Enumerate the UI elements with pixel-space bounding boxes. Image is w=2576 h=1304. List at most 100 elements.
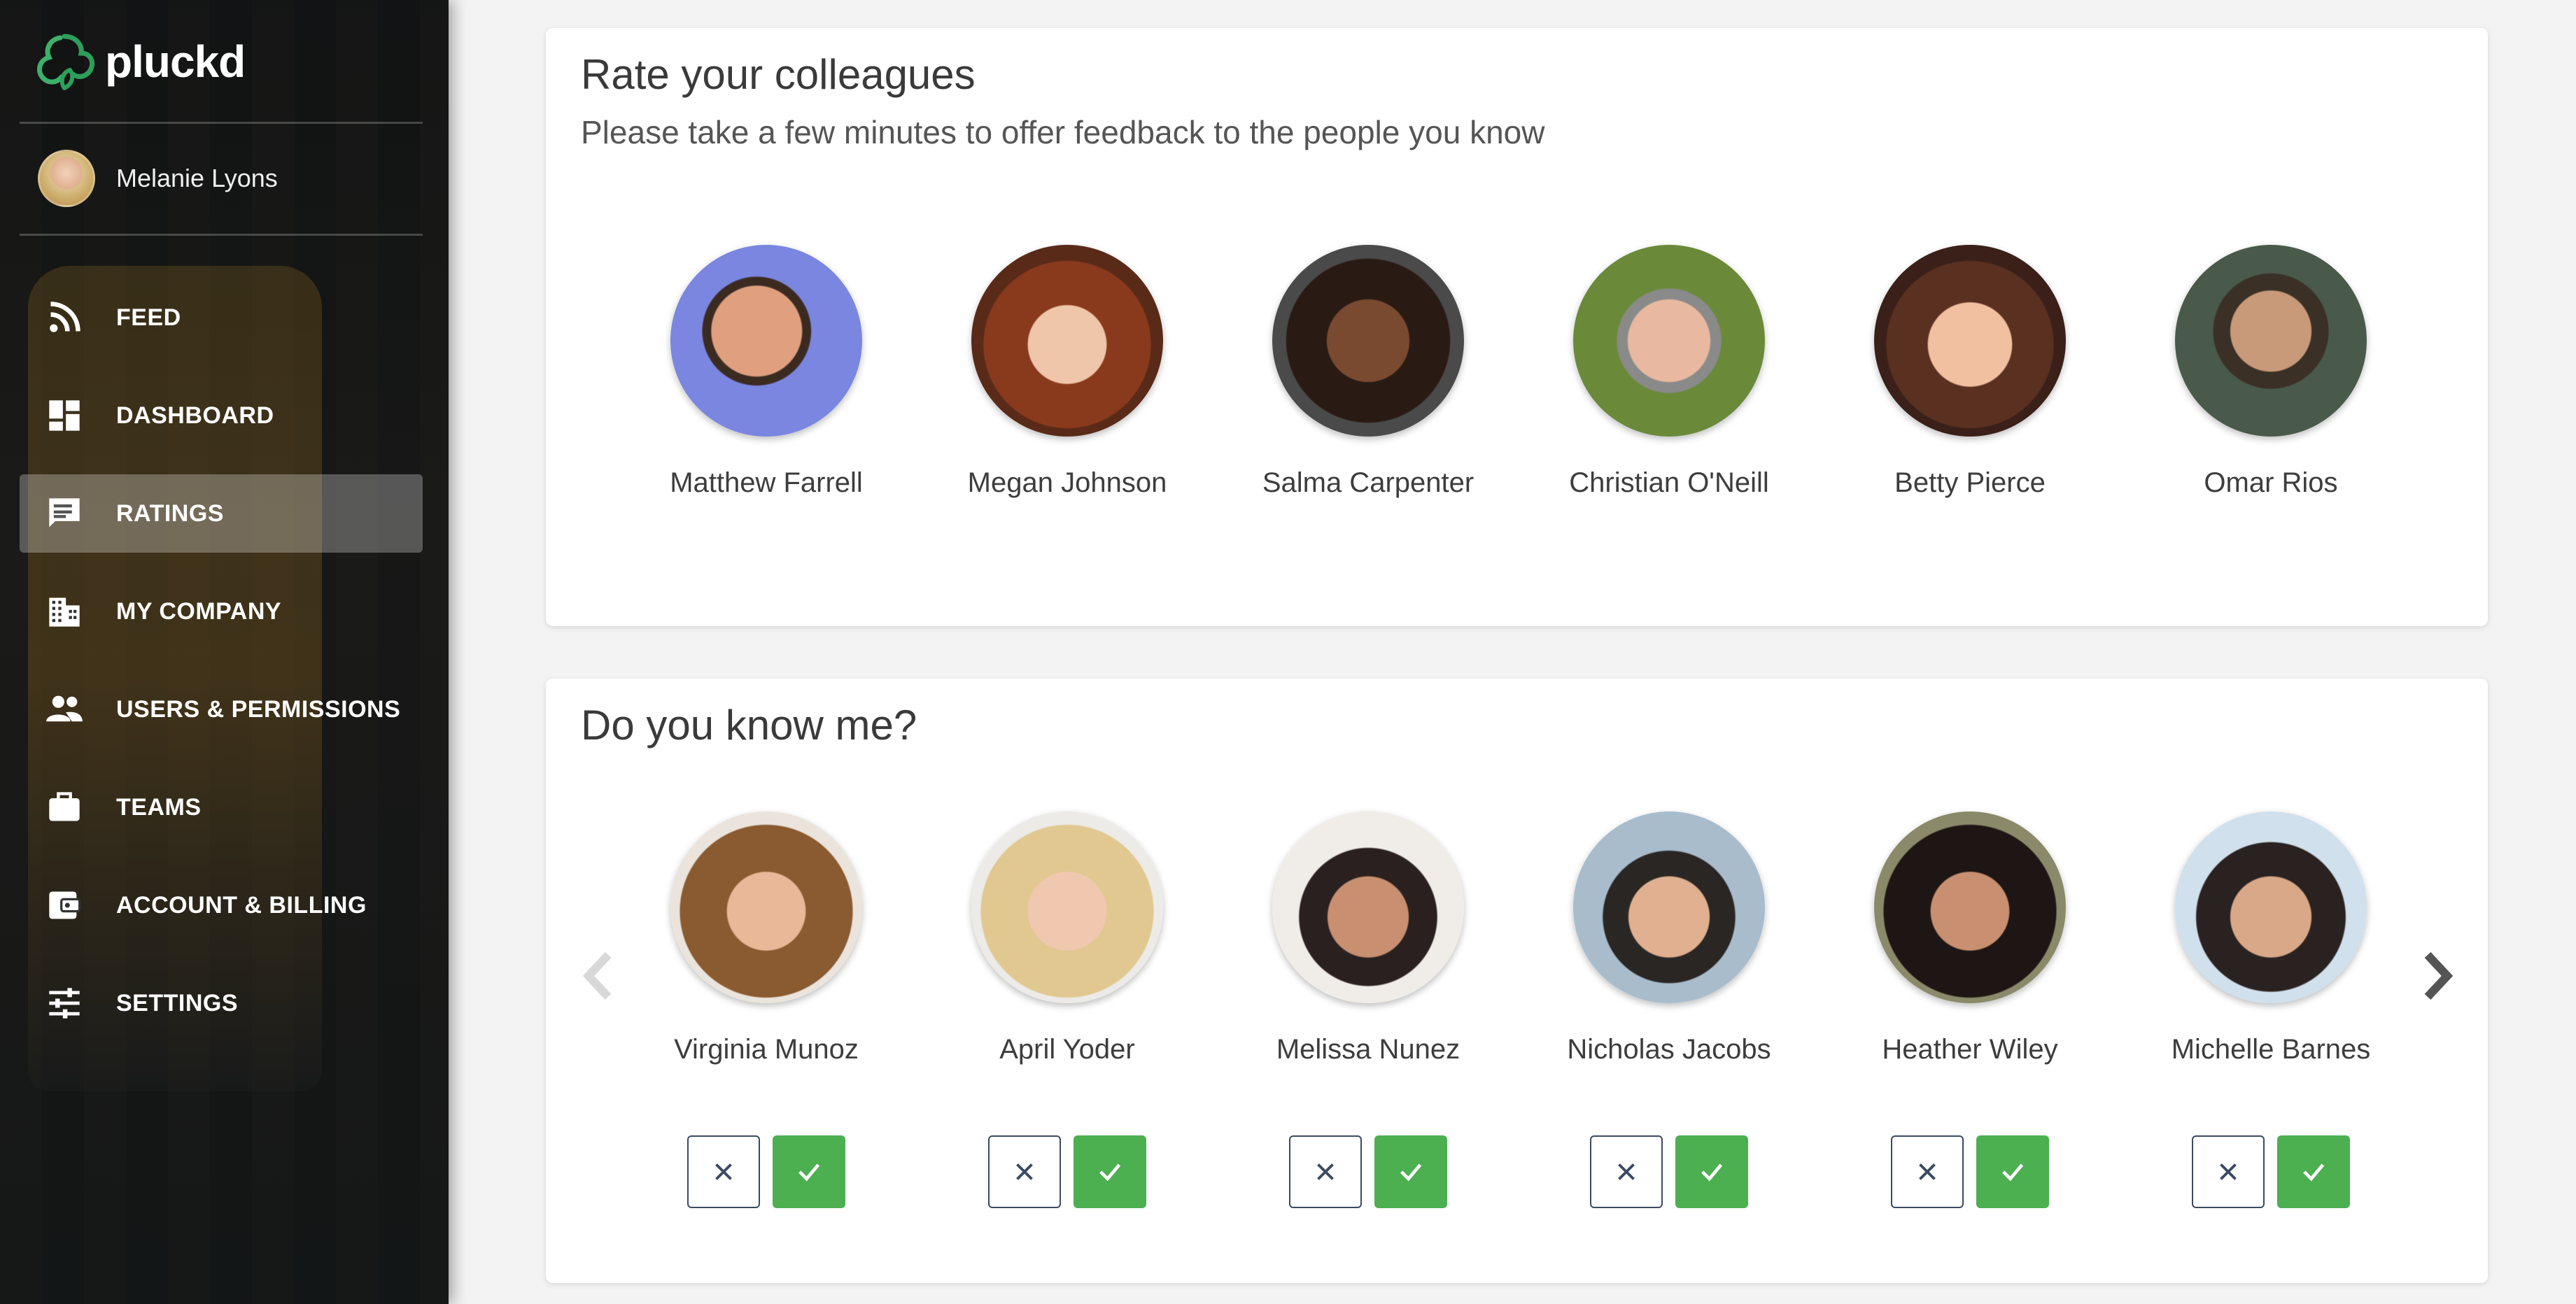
accept-button[interactable]: [2277, 1135, 2350, 1208]
suggestion-card: April Yoder: [941, 812, 1193, 1208]
user-name: Melanie Lyons: [116, 164, 278, 192]
colleague-photo[interactable]: [1573, 245, 1765, 437]
suggestion-name: Heather Wiley: [1882, 1034, 2058, 1065]
suggestion-card: Michelle Barnes: [2145, 812, 2397, 1208]
sidebar-item-users-permissions[interactable]: USERS & PERMISSIONS: [20, 670, 423, 749]
sidebar-item-label: ACCOUNT & BILLING: [116, 891, 367, 919]
dashboard-icon: [43, 395, 85, 437]
accept-button[interactable]: [1675, 1135, 1748, 1208]
close-icon: [2220, 1163, 2237, 1180]
app-logo[interactable]: pluckd: [32, 29, 246, 94]
sidebar-item-account-billing[interactable]: ACCOUNT & BILLING: [20, 866, 423, 944]
know-me-card: Do you know me? Virginia Munoz April Yod…: [546, 679, 2488, 1283]
close-icon: [1919, 1163, 1936, 1180]
colleague-card[interactable]: Omar Rios: [2145, 245, 2397, 499]
card-subtitle: Please take a few minutes to offer feedb…: [581, 114, 1545, 150]
app-name: pluckd: [105, 36, 246, 87]
colleague-name: Christian O'Neill: [1569, 467, 1769, 498]
suggestion-photo: [971, 812, 1163, 1003]
colleague-card[interactable]: Salma Carpenter: [1242, 245, 1494, 499]
colleague-name: Megan Johnson: [967, 467, 1167, 498]
people-icon: [43, 688, 85, 730]
divider: [20, 234, 423, 236]
suggestion-name: Melissa Nunez: [1276, 1034, 1461, 1065]
suggestion-name: Nicholas Jacobs: [1567, 1034, 1771, 1065]
suggestion-name: April Yoder: [999, 1034, 1135, 1065]
response-buttons: [1844, 1135, 2096, 1208]
suggestion-card: Melissa Nunez: [1242, 812, 1494, 1208]
check-icon: [1701, 1163, 1723, 1182]
colleague-name: Omar Rios: [2204, 467, 2338, 498]
card-title: Rate your colleagues: [581, 51, 976, 98]
reject-button[interactable]: [1891, 1135, 1964, 1208]
response-buttons: [640, 1135, 892, 1208]
carousel-next-button[interactable]: [2413, 944, 2462, 1007]
suggestion-card: Virginia Munoz: [640, 812, 892, 1208]
sliders-icon: [43, 982, 85, 1024]
chevron-right-icon: [2424, 951, 2454, 1000]
close-icon: [715, 1163, 732, 1180]
reject-button[interactable]: [988, 1135, 1061, 1208]
accept-button[interactable]: [1976, 1135, 2049, 1208]
sidebar-item-ratings[interactable]: RATINGS: [20, 474, 423, 553]
sidebar-item-teams[interactable]: TEAMS: [20, 768, 423, 846]
wallet-icon: [43, 884, 85, 926]
sidebar-item-my-company[interactable]: MY COMPANY: [20, 572, 423, 651]
colleague-name: Matthew Farrell: [670, 467, 863, 498]
reject-button[interactable]: [1590, 1135, 1663, 1208]
response-buttons: [1543, 1135, 1795, 1208]
card-title: Do you know me?: [581, 702, 917, 749]
colleague-card[interactable]: Matthew Farrell: [640, 245, 892, 499]
avatar: [38, 150, 95, 207]
suggestion-photo: [1272, 812, 1464, 1003]
close-icon: [1016, 1163, 1033, 1180]
suggestion-card: Nicholas Jacobs: [1543, 812, 1795, 1208]
rss-icon: [43, 297, 85, 339]
building-icon: [43, 590, 85, 632]
suggestion-photo: [670, 812, 862, 1003]
colleague-name: Salma Carpenter: [1262, 467, 1474, 498]
suggestion-name: Virginia Munoz: [674, 1034, 859, 1065]
colleague-card[interactable]: Betty Pierce: [1844, 245, 2096, 499]
close-icon: [1317, 1163, 1334, 1180]
reject-button[interactable]: [2192, 1135, 2265, 1208]
sidebar: pluckd Melanie Lyons FEED DASHBOARD RATI…: [0, 0, 449, 1304]
briefcase-icon: [43, 786, 85, 828]
colleague-photo[interactable]: [1874, 245, 2066, 437]
suggestion-photo: [1874, 812, 2066, 1003]
rate-colleagues-card: Rate your colleagues Please take a few m…: [546, 28, 2488, 626]
sidebar-item-label: MY COMPANY: [116, 597, 282, 625]
suggestion-card: Heather Wiley: [1844, 812, 2096, 1208]
accept-button[interactable]: [1074, 1135, 1146, 1208]
check-icon: [1099, 1163, 1121, 1182]
sidebar-nav: FEED DASHBOARD RATINGS MY COMPANY USERS …: [20, 278, 423, 1062]
sidebar-item-label: SETTINGS: [116, 989, 239, 1016]
sidebar-item-label: FEED: [116, 304, 181, 331]
user-profile[interactable]: Melanie Lyons: [38, 150, 278, 207]
response-buttons: [941, 1135, 1193, 1208]
pluckd-logo-icon: [36, 34, 94, 90]
suggestion-photo: [2175, 812, 2367, 1003]
sidebar-item-dashboard[interactable]: DASHBOARD: [20, 376, 423, 455]
accept-button[interactable]: [1374, 1135, 1447, 1208]
carousel-prev-button[interactable]: [574, 944, 623, 1007]
colleague-photo[interactable]: [2175, 245, 2367, 437]
reject-button[interactable]: [687, 1135, 760, 1208]
suggestion-name: Michelle Barnes: [2171, 1034, 2371, 1065]
divider: [20, 122, 423, 124]
accept-button[interactable]: [773, 1135, 845, 1208]
response-buttons: [2145, 1135, 2397, 1208]
sidebar-item-settings[interactable]: SETTINGS: [20, 964, 423, 1042]
colleague-photo[interactable]: [971, 245, 1163, 437]
reject-button[interactable]: [1289, 1135, 1362, 1208]
colleague-photo[interactable]: [1272, 245, 1464, 437]
colleague-card[interactable]: Megan Johnson: [941, 245, 1193, 499]
chevron-left-icon: [582, 951, 612, 1000]
colleague-photo[interactable]: [670, 245, 862, 437]
sidebar-item-feed[interactable]: FEED: [20, 278, 423, 357]
sidebar-item-label: USERS & PERMISSIONS: [116, 695, 401, 723]
check-icon: [1400, 1163, 1422, 1182]
colleague-card[interactable]: Christian O'Neill: [1543, 245, 1795, 499]
response-buttons: [1242, 1135, 1494, 1208]
colleague-name: Betty Pierce: [1894, 467, 2046, 498]
